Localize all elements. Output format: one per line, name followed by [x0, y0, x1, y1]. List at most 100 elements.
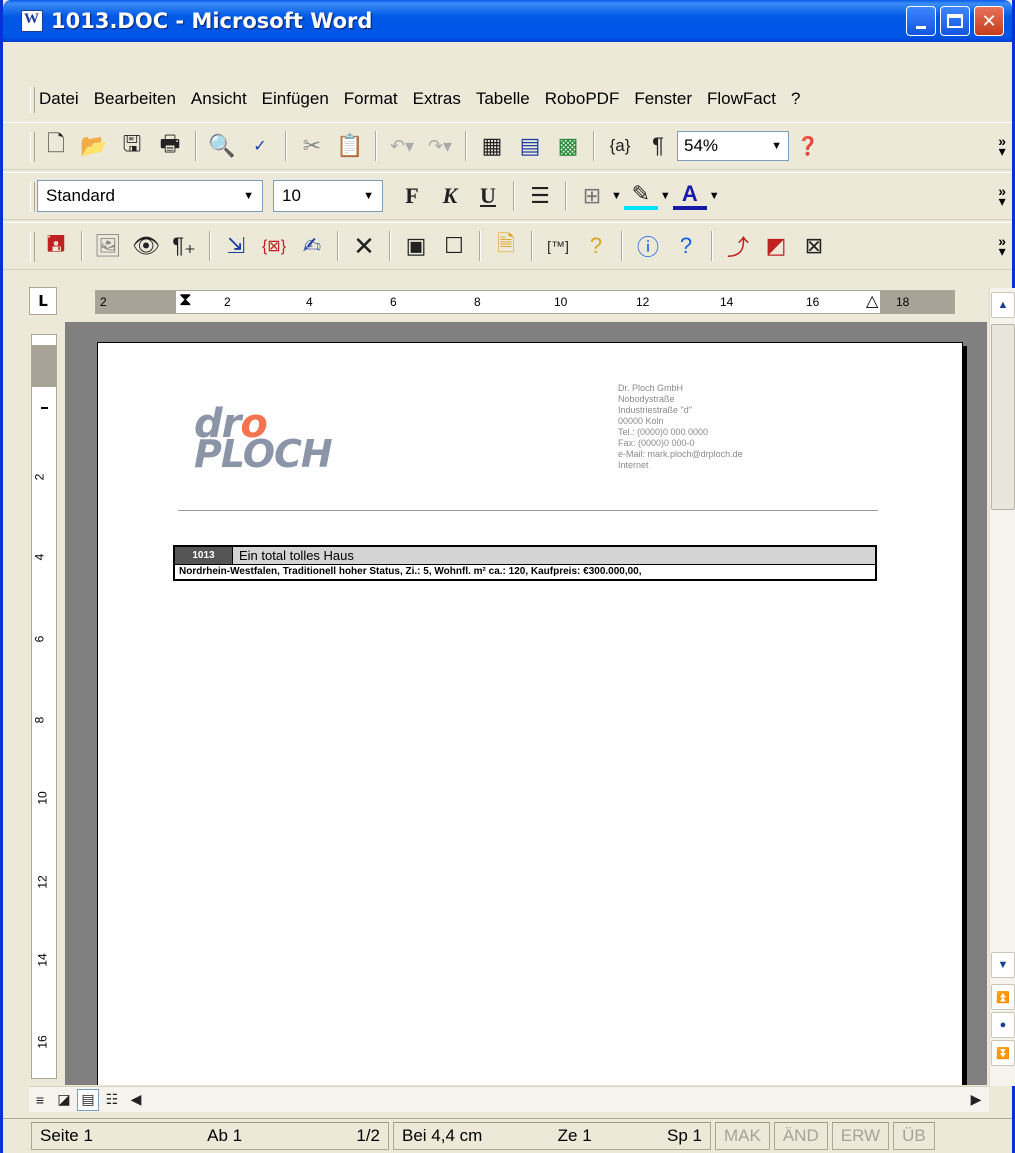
indent-marker-icon[interactable]: ⧗ [179, 289, 192, 310]
window-frame-icon[interactable]: ▣ [399, 229, 433, 263]
status-page: Seite 1 [40, 1126, 93, 1145]
print-icon[interactable]: 🖶 [153, 129, 187, 163]
close-box-icon[interactable]: ⊠ [797, 229, 831, 263]
toolbar-overflow-icon[interactable]: » ▾ [998, 134, 1006, 158]
export-icon[interactable]: ⤴ [721, 229, 755, 263]
document-workspace[interactable]: dro PLOCH Dr. Ploch GmbH Nobodystraße In… [65, 322, 987, 1085]
menu-format[interactable]: Format [344, 89, 398, 109]
bold-button[interactable]: F [395, 179, 429, 213]
menu-flowfact[interactable]: FlowFact [707, 89, 776, 109]
font-size-combo[interactable]: 10 ▼ [273, 180, 383, 212]
document-icon[interactable]: 🗎 [489, 229, 523, 263]
ruler-tick: 8 [32, 716, 47, 724]
tables-borders-icon[interactable]: ▦ [475, 129, 509, 163]
bullets-icon[interactable]: ☰ [523, 179, 557, 213]
print-layout-icon[interactable]: ▤ [77, 1088, 99, 1111]
menu-fenster[interactable]: Fenster [634, 89, 692, 109]
image-icon[interactable]: 🖼 [91, 229, 125, 263]
next-page-button[interactable]: ⏬ [991, 1040, 1015, 1066]
scroll-left-icon[interactable]: ◀ [125, 1089, 147, 1111]
vertical-ruler[interactable]: 2 4 6 8 10 12 14 16 [31, 334, 57, 1079]
scroll-up-button[interactable]: ▲ [991, 292, 1015, 318]
vertical-scrollbar[interactable]: ▲ ▼ ⏫ ● ⏬ [989, 288, 1015, 1086]
field-codes-icon[interactable]: {a} [603, 129, 637, 163]
underline-button[interactable]: U [471, 179, 505, 213]
show-formatting-icon[interactable]: ¶ [641, 129, 675, 163]
toolbar-overflow-icon[interactable]: » ▾ [998, 184, 1006, 208]
flowfact-icon[interactable]: ◩ [759, 229, 793, 263]
outline-view-icon[interactable]: ☷ [101, 1089, 123, 1111]
previous-page-button[interactable]: ⏫ [991, 984, 1015, 1010]
print-preview-icon[interactable]: 🔍 [205, 129, 239, 163]
property-table[interactable]: 1013 Ein total tolles Haus Nordrhein-Wes… [173, 545, 877, 581]
import-icon[interactable]: ⇲ [219, 229, 253, 263]
field-icon[interactable]: {⊠} [257, 229, 291, 263]
save-icon[interactable]: 🖫 [115, 129, 149, 163]
borders-icon[interactable]: ⊞ [575, 179, 609, 213]
normal-view-icon[interactable]: ≡ [29, 1089, 51, 1111]
status-extend[interactable]: ERW [831, 1122, 890, 1150]
scroll-thumb[interactable] [991, 324, 1015, 510]
status-macro-record[interactable]: MAK [715, 1122, 770, 1150]
blank-frame-icon[interactable]: ☐ [437, 229, 471, 263]
view-eye-icon[interactable]: 👁 [129, 229, 163, 263]
word-app-icon[interactable] [21, 10, 43, 32]
menu-einfuegen[interactable]: Einfügen [262, 89, 329, 109]
cut-icon[interactable]: ✂ [295, 129, 329, 163]
what-icon[interactable]: ? [579, 229, 613, 263]
spellcheck-icon[interactable]: ✓ [243, 129, 277, 163]
new-document-icon[interactable]: 🗋 [39, 129, 73, 163]
arrow-down-icon: ▼ [997, 959, 1009, 971]
status-line: Ze 1 [557, 1126, 592, 1145]
menu-robopdf[interactable]: RoboPDF [545, 89, 620, 109]
pdf-save-icon[interactable]: 🖪 [39, 229, 73, 263]
chevron-down-icon[interactable]: ▼ [660, 190, 671, 202]
menu-tabelle[interactable]: Tabelle [476, 89, 530, 109]
paragraph-plus-icon[interactable]: ¶₊ [167, 229, 201, 263]
menu-datei[interactable]: Datei [39, 89, 79, 109]
italic-button[interactable]: K [433, 179, 467, 213]
zoom-combo[interactable]: 54% ▼ [677, 131, 789, 161]
edit-form-icon[interactable]: ✍ [295, 229, 329, 263]
tab-stop-selector[interactable]: L [29, 287, 57, 315]
menu-ansicht[interactable]: Ansicht [191, 89, 247, 109]
chevron-down-icon[interactable]: ▼ [611, 190, 622, 202]
menu-help[interactable]: ? [791, 89, 800, 109]
highlight-icon[interactable]: ✎ [623, 181, 658, 210]
help-icon[interactable]: ❓ [791, 129, 825, 163]
chevron-down-icon[interactable]: ▼ [709, 190, 720, 202]
close-button[interactable]: ✕ [974, 6, 1004, 36]
scroll-down-button[interactable]: ▼ [991, 952, 1015, 978]
horizontal-ruler[interactable]: 2 ⧗ 2 4 6 8 10 12 14 16 △ 18 [95, 289, 955, 314]
minimize-button[interactable] [906, 6, 936, 36]
undo-icon[interactable]: ↶▾ [385, 129, 419, 163]
web-layout-icon[interactable]: ◪ [53, 1089, 75, 1111]
scroll-right-icon[interactable]: ▶ [965, 1089, 987, 1111]
toolbar-overflow-icon[interactable]: » ▾ [998, 234, 1006, 258]
style-combo[interactable]: Standard ▼ [37, 180, 263, 212]
menu-extras[interactable]: Extras [413, 89, 461, 109]
paste-icon[interactable]: 📋 [333, 129, 367, 163]
font-color-icon[interactable]: A [672, 181, 707, 210]
status-overtype[interactable]: ÜB [893, 1122, 935, 1150]
trademark-icon[interactable]: [™] [541, 229, 575, 263]
status-track-changes[interactable]: ÄND [773, 1122, 828, 1150]
ruler-tick: 16 [35, 1035, 50, 1049]
menu-bearbeiten[interactable]: Bearbeiten [94, 89, 176, 109]
maximize-button[interactable] [940, 6, 970, 36]
insert-excel-icon[interactable]: ▩ [551, 129, 585, 163]
insert-table-icon[interactable]: ▤ [513, 129, 547, 163]
title-bar[interactable]: 1013.DOC - Microsoft Word ✕ [3, 0, 1012, 42]
status-column: Sp 1 [667, 1126, 702, 1145]
ruler-tick: 10 [554, 295, 568, 309]
select-browse-object-button[interactable]: ● [991, 1012, 1015, 1038]
help-circle-icon[interactable]: ? [669, 229, 703, 263]
open-folder-icon[interactable]: 📂 [77, 129, 111, 163]
redo-icon[interactable]: ↷▾ [423, 129, 457, 163]
info-icon[interactable]: ⓘ [631, 229, 665, 263]
delete-icon[interactable]: ✕ [347, 229, 381, 263]
document-page[interactable]: dro PLOCH Dr. Ploch GmbH Nobodystraße In… [97, 342, 963, 1085]
toolbar-separator [81, 231, 83, 261]
right-indent-marker-icon[interactable]: △ [866, 291, 878, 311]
ruler-tick: 4 [32, 553, 47, 561]
